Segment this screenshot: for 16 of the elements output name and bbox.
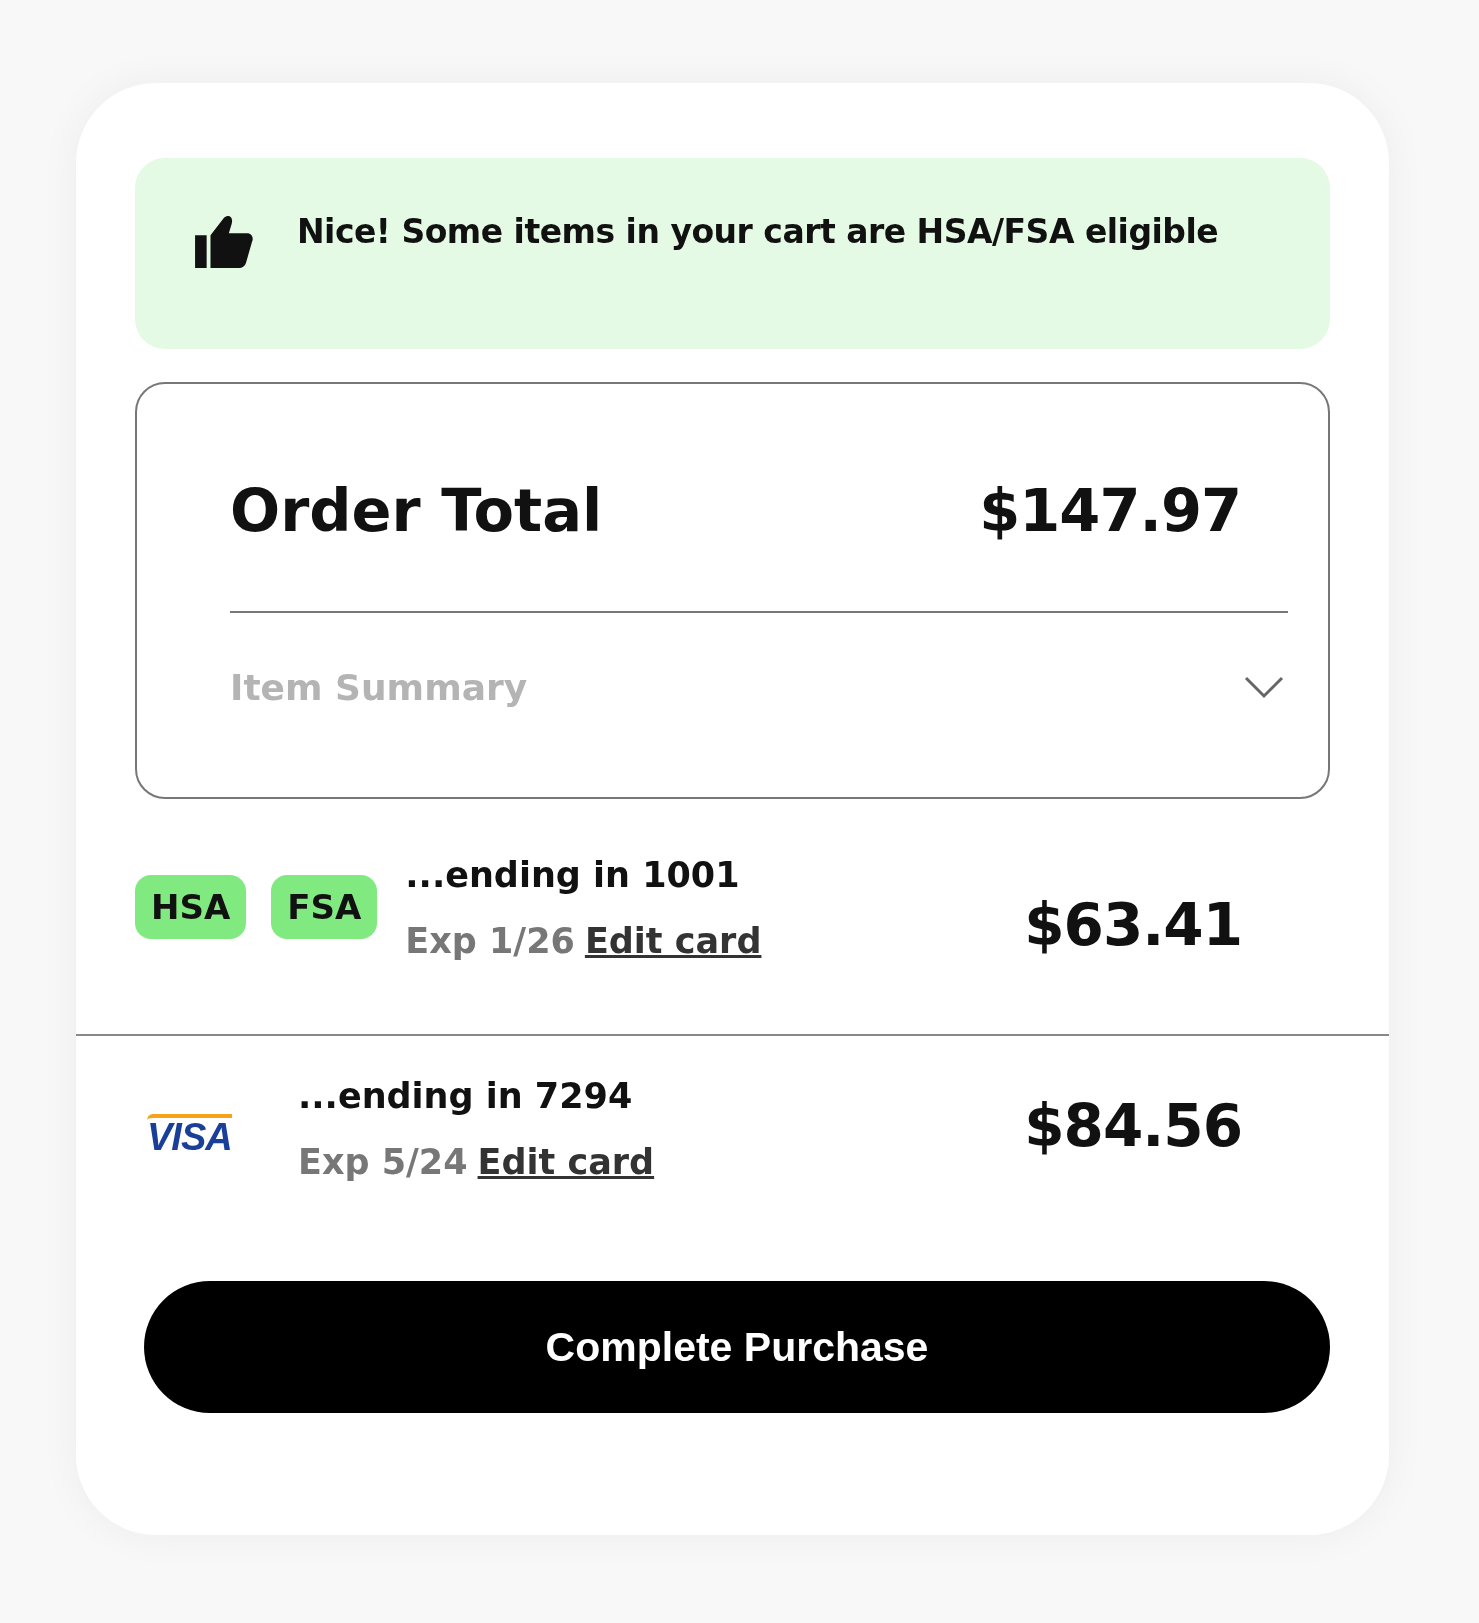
complete-purchase-button[interactable]: Complete Purchase (144, 1281, 1330, 1413)
banner-text: Nice! Some items in your cart are HSA/FSA eligible (297, 212, 1219, 251)
card-expiry: Exp 5/24 (298, 1142, 468, 1182)
payment-amount: $84.56 (1024, 1092, 1242, 1160)
card-ending: ...ending in 1001 (405, 855, 741, 895)
card-expiry: Exp 1/26 (405, 921, 575, 961)
payment-amount: $63.41 (1024, 891, 1242, 959)
order-total-amount: $147.97 (979, 476, 1241, 545)
edit-card-link[interactable]: Edit card (477, 1142, 655, 1182)
edit-card-link[interactable]: Edit card (584, 921, 762, 961)
card-ending: ...ending in 7294 (298, 1076, 634, 1116)
thumbs-up-icon (195, 214, 253, 268)
account-badge: HSA (135, 875, 247, 939)
account-badge: FSA (271, 875, 378, 939)
order-total-label: Order Total (230, 476, 603, 545)
card-brand-logo: VISA (147, 1114, 232, 1156)
